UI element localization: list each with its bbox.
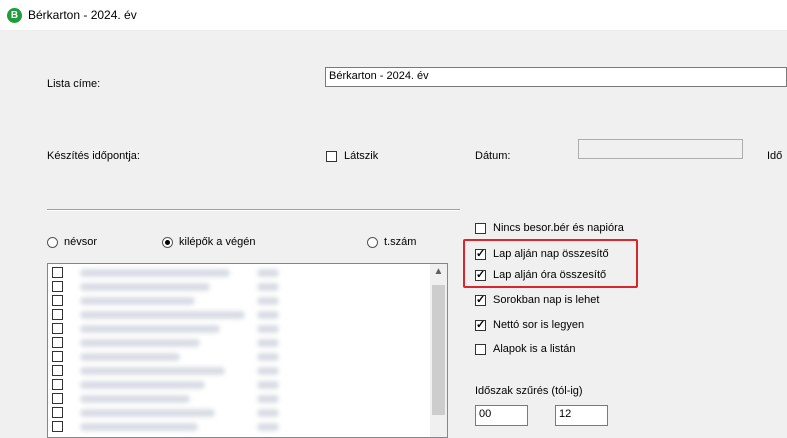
- date-label: Dátum:: [475, 150, 511, 162]
- period-to-input[interactable]: 12: [555, 405, 608, 426]
- sort-radio-tszam[interactable]: [367, 237, 378, 248]
- list-item[interactable]: [52, 280, 422, 294]
- option-checkbox-net-row[interactable]: [475, 318, 486, 332]
- sort-label-tszam: t.szám: [384, 236, 417, 248]
- employee-list[interactable]: ▲: [47, 263, 448, 438]
- list-item[interactable]: [52, 266, 422, 280]
- sort-radio-kilepok[interactable]: [162, 237, 173, 248]
- row-checkbox[interactable]: [52, 295, 63, 306]
- list-scrollbar[interactable]: ▲: [430, 264, 447, 437]
- list-title-input[interactable]: Bérkarton - 2024. év: [325, 67, 787, 87]
- highlight-box: [463, 239, 638, 288]
- period-filter-label: Időszak szűrés (tól-ig): [475, 385, 583, 397]
- separator: [47, 209, 460, 211]
- option-label-bases: Alapok is a listán: [493, 343, 576, 355]
- option-checkbox-no-base-pay[interactable]: [475, 223, 486, 234]
- sort-radio-nevsor[interactable]: [47, 237, 58, 248]
- scroll-thumb[interactable]: [432, 285, 445, 415]
- scroll-up-icon[interactable]: ▲: [430, 266, 447, 277]
- list-item[interactable]: [52, 322, 422, 336]
- row-checkbox[interactable]: [52, 421, 63, 432]
- list-item[interactable]: [52, 392, 422, 406]
- sort-label-nevsor: névsor: [64, 236, 98, 248]
- app-logo-icon: B: [7, 8, 22, 23]
- list-item[interactable]: [52, 378, 422, 392]
- option-checkbox-rows-day[interactable]: [475, 293, 486, 307]
- list-item[interactable]: [52, 364, 422, 378]
- row-checkbox[interactable]: [52, 407, 63, 418]
- date-input[interactable]: [578, 139, 743, 159]
- option-checkbox-bases[interactable]: [475, 344, 486, 355]
- list-title-label: Lista címe:: [47, 78, 101, 90]
- row-checkbox[interactable]: [52, 267, 63, 278]
- window-title: Bérkarton - 2024. év: [28, 8, 137, 22]
- list-item[interactable]: [52, 308, 422, 322]
- row-checkbox[interactable]: [52, 337, 63, 348]
- title-bar: B Bérkarton - 2024. év: [0, 0, 787, 31]
- row-checkbox[interactable]: [52, 351, 63, 362]
- list-item[interactable]: [52, 294, 422, 308]
- row-checkbox[interactable]: [52, 281, 63, 292]
- row-checkbox[interactable]: [52, 309, 63, 320]
- created-label: Készítés időpontja:: [47, 150, 140, 162]
- visible-checkbox[interactable]: [326, 151, 337, 162]
- list-item[interactable]: [52, 406, 422, 420]
- row-checkbox[interactable]: [52, 365, 63, 376]
- row-checkbox[interactable]: [52, 323, 63, 334]
- option-label-rows-day: Sorokban nap is lehet: [493, 294, 600, 306]
- option-label-net-row: Nettó sor is legyen: [493, 319, 585, 331]
- period-from-input[interactable]: 00: [475, 405, 528, 426]
- list-item[interactable]: [52, 420, 422, 434]
- option-label-no-base-pay: Nincs besor.bér és napióra: [493, 222, 624, 234]
- list-item[interactable]: [52, 350, 422, 364]
- list-item[interactable]: [52, 336, 422, 350]
- sort-label-kilepok: kilépők a végén: [179, 236, 256, 248]
- row-checkbox[interactable]: [52, 379, 63, 390]
- visible-label: Látszik: [344, 150, 379, 162]
- time-label: Idő: [767, 150, 783, 162]
- row-checkbox[interactable]: [52, 393, 63, 404]
